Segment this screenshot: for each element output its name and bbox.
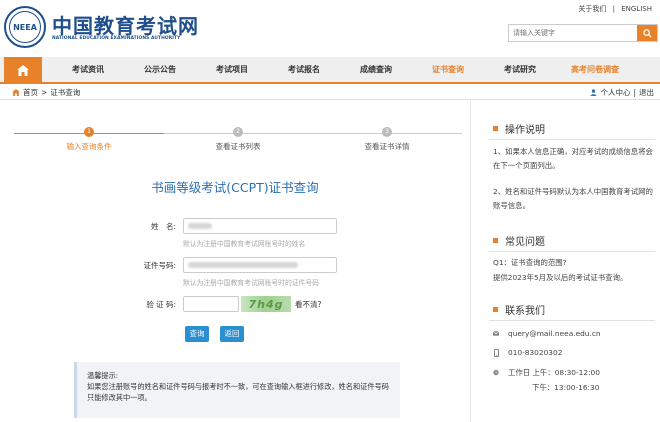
sidebar: 操作说明 1、如果本人信息正确，对应考试的成绩信息将会在下一个页面列出。 2、姓… (470, 101, 660, 422)
faq-title-text: 常见问题 (505, 237, 545, 248)
contact-phone: 010-83020302 (493, 348, 562, 357)
nav-item-certificate-query[interactable]: 证书查询 (418, 57, 478, 82)
nav-item-exam-research[interactable]: 考试研究 (490, 57, 550, 82)
hours-pm-text: 下午：13:00-16:30 (532, 383, 600, 392)
search-icon (642, 28, 652, 38)
step-3-label: 查看证书详情 (364, 142, 410, 151)
main-nav: 考试资讯 公示公告 考试项目 考试报名 成绩查询 证书查询 考试研究 高考问卷调… (0, 57, 660, 84)
step-1: 1 输入查询条件 (29, 127, 149, 152)
contact-hours: 工作日 上午：08:30-12:00 (493, 367, 600, 378)
captcha-image[interactable]: 7h4g (241, 296, 291, 312)
faq-question[interactable]: Q1：证书查询的范围? (493, 256, 655, 270)
form-title: 书画等级考试(CCPT)证书查询 (151, 180, 319, 195)
top-links: 关于我们 | ENGLISH (576, 4, 654, 14)
site-subtitle: NATIONAL EDUCATION EXAMINATIONS AUTHORIT… (52, 36, 181, 41)
name-hint: 默认为注册中国教育考试网账号时的姓名 (183, 240, 306, 248)
id-number-hint: 默认为注册中国教育考试网账号时的证件号码 (183, 279, 319, 287)
nav-item-score-query[interactable]: 成绩查询 (346, 57, 406, 82)
logout-link[interactable]: 退出 (639, 87, 654, 98)
notice-body: 如果您注册账号的姓名和证件号码与报考时不一致，可在查询输入框进行修改，姓名和证件… (87, 382, 389, 402)
breadcrumb-current: 证书查询 (50, 88, 81, 97)
faq-answer: 提供2023年5月及以后的考试证书查询。 (493, 273, 628, 282)
step-1-number: 1 (84, 127, 94, 137)
user-center-link[interactable]: 个人中心 (600, 87, 630, 98)
ops-text-1: 1、如果本人信息正确，对应考试的成绩信息将会在下一个页面列出。 (493, 147, 653, 170)
step-3-number: 3 (382, 127, 392, 137)
name-value-redacted (188, 223, 212, 229)
breadcrumb-home[interactable]: 首页 (23, 87, 38, 98)
logo-seal-text: NEEA (9, 11, 41, 43)
contact-title-text: 联系我们 (505, 306, 545, 317)
user-links: 个人中心 | 退出 (590, 87, 654, 98)
captcha-label: 验 证 码: (146, 300, 176, 309)
home-nav-button[interactable] (4, 57, 42, 84)
section-bullet-icon (493, 307, 498, 312)
breadcrumb: 首页 > 证书查询 (12, 87, 80, 98)
top-link-separator: | (612, 5, 615, 13)
home-icon (17, 65, 29, 76)
name-label: 姓 名: (150, 222, 176, 231)
section-divider (489, 139, 655, 140)
nav-item-news[interactable]: 考试资讯 (58, 57, 118, 82)
ops-title-text: 操作说明 (505, 125, 545, 136)
faq-section-title: 常见问题 (493, 233, 545, 248)
clock-icon (493, 369, 499, 376)
section-bullet-icon (493, 238, 498, 243)
notice-box: 温馨提示: 如果您注册账号的姓名和证件号码与报考时不一致，可在查询输入框进行修改… (74, 362, 400, 418)
nav-item-announcements[interactable]: 公示公告 (130, 57, 190, 82)
step-3: 3 查看证书详情 (327, 127, 447, 152)
english-link[interactable]: ENGLISH (621, 5, 652, 13)
step-2-label: 查看证书列表 (215, 142, 261, 151)
id-number-label: 证件号码: (143, 261, 176, 270)
main-content: 1 输入查询条件 2 查看证书列表 3 查看证书详情 书画等级考试(CCPT)证… (0, 101, 470, 422)
ops-text-2: 2、姓名和证件号码默认为本人中国教育考试网的账号信息。 (493, 187, 653, 210)
section-divider (489, 251, 655, 252)
captcha-refresh-link[interactable]: 看不清? (295, 299, 321, 310)
section-bullet-icon (493, 126, 498, 131)
name-field[interactable] (183, 218, 337, 234)
breadcrumb-bar: 首页 > 证书查询 个人中心 | 退出 (0, 84, 660, 100)
about-link[interactable]: 关于我们 (578, 5, 606, 13)
contact-section-title: 联系我们 (493, 302, 545, 317)
mail-icon (493, 331, 499, 336)
search-box (508, 24, 658, 42)
breadcrumb-separator: > (41, 88, 48, 97)
neea-logo-seal[interactable]: NEEA (4, 6, 46, 48)
section-divider (489, 320, 655, 321)
progress-steps: 1 输入查询条件 2 查看证书列表 3 查看证书详情 (14, 125, 462, 155)
site-header: NEEA 中国教育考试网 NATIONAL EDUCATION EXAMINAT… (0, 0, 660, 57)
contact-email: query@mail.neea.edu.cn (493, 329, 601, 338)
nav-item-registration[interactable]: 考试报名 (274, 57, 334, 82)
step-1-label: 输入查询条件 (66, 142, 112, 151)
contact-phone-text: 010-83020302 (508, 348, 563, 357)
back-button[interactable]: 返回 (220, 326, 244, 342)
id-number-field[interactable] (183, 257, 337, 273)
ops-section-title: 操作说明 (493, 121, 545, 136)
phone-icon (493, 348, 499, 357)
nav-item-exam-projects[interactable]: 考试项目 (202, 57, 262, 82)
notice-title: 温馨提示: (87, 371, 119, 380)
search-button[interactable] (637, 25, 657, 41)
step-2-number: 2 (233, 127, 243, 137)
step-2: 2 查看证书列表 (178, 127, 298, 152)
site-title[interactable]: 中国教育考试网 (52, 10, 199, 39)
home-icon (12, 89, 20, 96)
contact-hours-pm: 下午：13:00-16:30 (532, 382, 599, 393)
contact-email-text[interactable]: query@mail.neea.edu.cn (508, 329, 601, 338)
hours-am-text: 工作日 上午：08:30-12:00 (508, 368, 600, 377)
user-icon (590, 89, 598, 96)
query-button[interactable]: 查询 (185, 326, 209, 342)
user-links-divider: | (633, 88, 636, 97)
captcha-input[interactable] (183, 296, 239, 312)
id-number-value-redacted (188, 262, 298, 268)
search-input[interactable] (509, 25, 637, 41)
nav-item-gaokao-survey[interactable]: 高考问卷调查 (560, 57, 630, 82)
